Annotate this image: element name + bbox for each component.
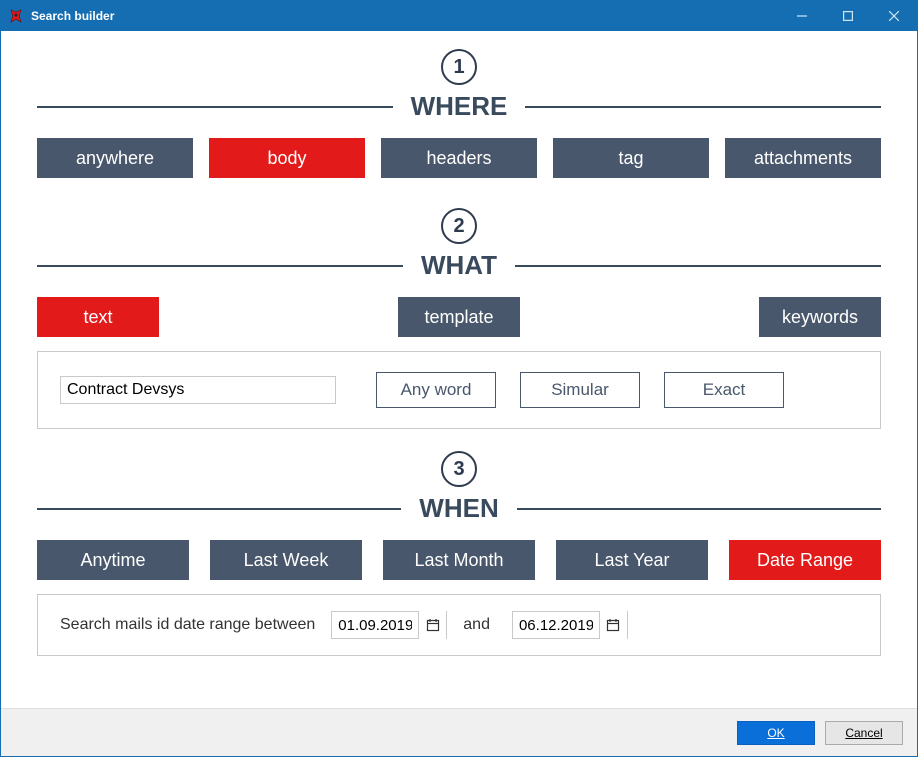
when-option-last-year[interactable]: Last Year xyxy=(556,540,708,580)
dialog-footer: OK Cancel xyxy=(1,708,917,756)
divider xyxy=(37,265,403,267)
minimize-button[interactable] xyxy=(779,1,825,31)
ok-button[interactable]: OK xyxy=(737,721,815,745)
what-match-options: Any word Simular Exact xyxy=(376,372,784,408)
what-option-template[interactable]: template xyxy=(398,297,520,337)
section-title-what: WHAT xyxy=(403,250,515,281)
calendar-icon xyxy=(426,618,440,632)
section-title-when: WHEN xyxy=(401,493,516,524)
match-option-any-word[interactable]: Any word xyxy=(376,372,496,408)
date-from-picker-button[interactable] xyxy=(418,611,446,639)
section-header-where: WHERE xyxy=(37,91,881,122)
divider xyxy=(525,106,881,108)
when-option-anytime[interactable]: Anytime xyxy=(37,540,189,580)
date-from-group xyxy=(331,611,447,639)
where-option-attachments[interactable]: attachments xyxy=(725,138,881,178)
divider xyxy=(37,106,393,108)
section-header-when: WHEN xyxy=(37,493,881,524)
cancel-button[interactable]: Cancel xyxy=(825,721,903,745)
date-range-label: Search mails id date range between xyxy=(60,616,315,634)
match-option-simular[interactable]: Simular xyxy=(520,372,640,408)
close-button[interactable] xyxy=(871,1,917,31)
step-badge-what: 2 xyxy=(441,208,477,244)
where-options-row: anywhere body headers tag attachments xyxy=(37,138,881,178)
divider xyxy=(37,508,401,510)
app-icon xyxy=(7,7,25,25)
when-options-row: Anytime Last Week Last Month Last Year D… xyxy=(37,540,881,580)
what-subpanel: Any word Simular Exact xyxy=(37,351,881,429)
where-option-headers[interactable]: headers xyxy=(381,138,537,178)
section-header-what: WHAT xyxy=(37,250,881,281)
when-option-last-week[interactable]: Last Week xyxy=(210,540,362,580)
date-from-input[interactable] xyxy=(332,615,418,636)
date-to-group xyxy=(512,611,628,639)
what-option-text[interactable]: text xyxy=(37,297,159,337)
date-to-input[interactable] xyxy=(513,615,599,636)
date-and-label: and xyxy=(463,616,490,634)
step-badge-when: 3 xyxy=(441,451,477,487)
divider xyxy=(517,508,881,510)
search-text-input[interactable] xyxy=(60,376,336,404)
calendar-icon xyxy=(606,618,620,632)
step-badge-where: 1 xyxy=(441,49,477,85)
when-option-last-month[interactable]: Last Month xyxy=(383,540,535,580)
where-option-tag[interactable]: tag xyxy=(553,138,709,178)
when-option-date-range[interactable]: Date Range xyxy=(729,540,881,580)
section-title-where: WHERE xyxy=(393,91,526,122)
date-to-picker-button[interactable] xyxy=(599,611,627,639)
divider xyxy=(515,265,881,267)
window-title: Search builder xyxy=(31,9,114,23)
where-option-body[interactable]: body xyxy=(209,138,365,178)
window-controls xyxy=(779,1,917,31)
what-option-keywords[interactable]: keywords xyxy=(759,297,881,337)
match-option-exact[interactable]: Exact xyxy=(664,372,784,408)
maximize-button[interactable] xyxy=(825,1,871,31)
when-subpanel: Search mails id date range between and xyxy=(37,594,881,656)
what-options-row: text template keywords xyxy=(37,297,881,337)
where-option-anywhere[interactable]: anywhere xyxy=(37,138,193,178)
title-bar: Search builder xyxy=(1,1,917,31)
dialog-content: 1 WHERE anywhere body headers tag attach… xyxy=(1,31,917,656)
